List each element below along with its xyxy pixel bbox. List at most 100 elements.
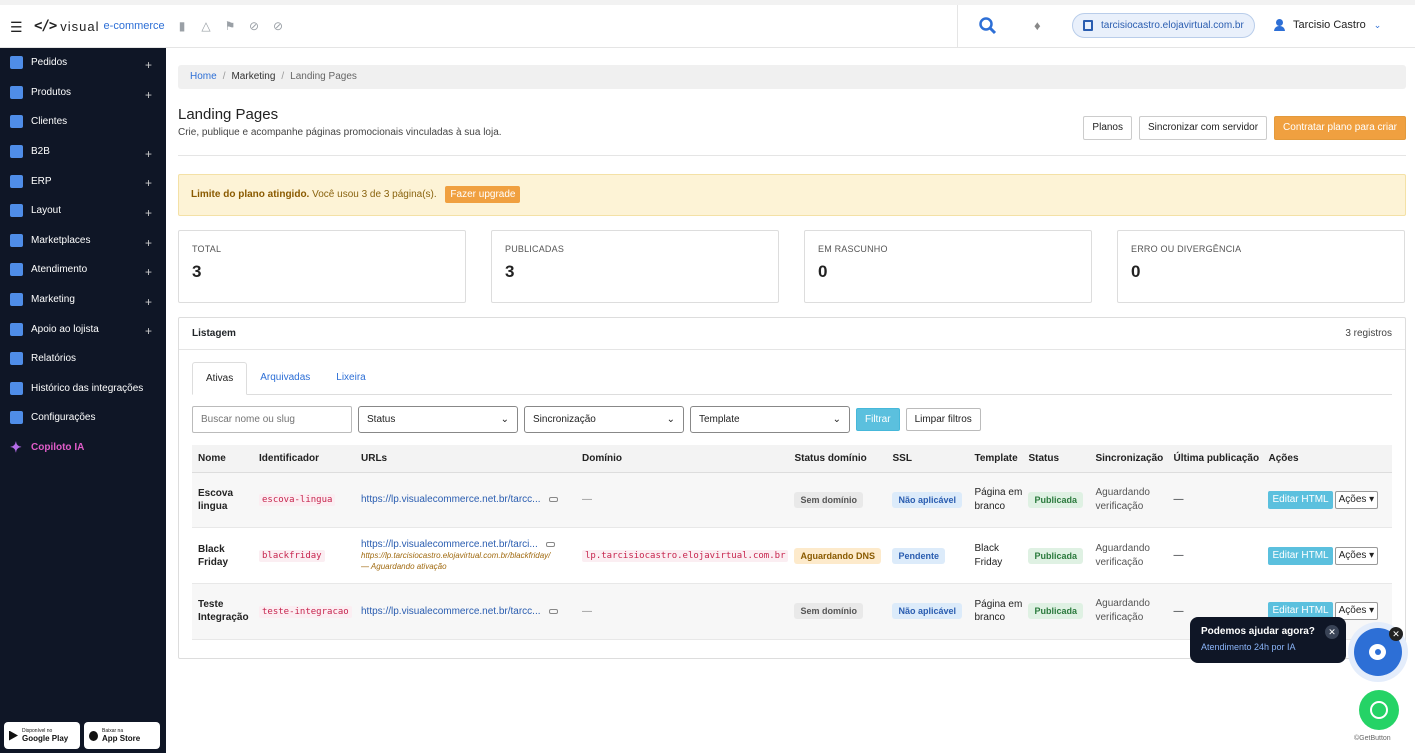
ban-icon[interactable]: ⊘ bbox=[248, 20, 260, 32]
sidebar-item[interactable]: Apoio ao lojista + bbox=[0, 314, 166, 344]
url-link[interactable]: https://lp.visualecommerce.net.br/tarcc.… bbox=[361, 494, 576, 505]
status-badge: Publicada bbox=[1028, 491, 1083, 508]
search-input[interactable] bbox=[192, 406, 352, 433]
row-last-publish: — bbox=[1173, 605, 1184, 617]
copy-icon[interactable] bbox=[548, 497, 558, 503]
stat-card-error: ERRO OU DIVERGÊNCIA 0 bbox=[1117, 230, 1405, 303]
megaphone-icon bbox=[10, 293, 23, 307]
actions-dropdown[interactable]: Ações ▾ bbox=[1334, 490, 1379, 509]
sidebar-item[interactable]: Layout + bbox=[0, 196, 166, 226]
stat-label: EM RASCUNHO bbox=[818, 244, 888, 254]
sidebar-item[interactable]: B2B + bbox=[0, 137, 166, 167]
logo[interactable]: </> visual e-commerce bbox=[34, 18, 165, 34]
tab-active[interactable]: Ativas bbox=[192, 362, 248, 395]
cell-ssl: Pendente bbox=[886, 527, 969, 584]
sidebar-item[interactable]: Relatórios bbox=[0, 344, 166, 374]
sidebar-item[interactable]: Marketing + bbox=[0, 285, 166, 315]
sidebar-item[interactable]: Histórico das integrações bbox=[0, 374, 166, 404]
report-icon bbox=[10, 352, 23, 366]
app-stores: Disponível no Google Play Baixar na App St… bbox=[4, 722, 160, 749]
expand-icon[interactable]: + bbox=[145, 206, 152, 220]
bookmark-icon[interactable]: ▮ bbox=[176, 20, 188, 32]
sync-server-button[interactable]: Sincronizar com servidor bbox=[1139, 116, 1268, 140]
stat-value: 0 bbox=[1131, 262, 1141, 281]
row-template: Página em branco bbox=[974, 598, 1023, 624]
cell-name: Teste Integração bbox=[192, 583, 253, 640]
copy-icon[interactable] bbox=[545, 541, 555, 547]
upgrade-button[interactable]: Fazer upgrade bbox=[445, 186, 521, 203]
close-icon[interactable]: ✕ bbox=[1325, 625, 1339, 639]
status-badge: Publicada bbox=[1028, 547, 1083, 564]
domain-pill[interactable]: tarcisiocastro.elojavirtual.com.br bbox=[1072, 13, 1255, 38]
top-right-area: ♦ tarcisiocastro.elojavirtual.com.br Tar… bbox=[957, 5, 1415, 48]
col-identifier: Identificador bbox=[253, 445, 355, 473]
filter-button[interactable]: Filtrar bbox=[856, 408, 900, 431]
expand-icon[interactable]: + bbox=[145, 88, 152, 102]
gear-icon bbox=[10, 411, 23, 425]
actions-dropdown[interactable]: Ações ▾ bbox=[1334, 546, 1379, 565]
hire-plan-button[interactable]: Contratar plano para criar bbox=[1274, 116, 1406, 140]
plan-limit-alert: Limite do plano atingido. Você usou 3 de… bbox=[178, 174, 1406, 216]
sidebar-item[interactable]: Marketplaces + bbox=[0, 226, 166, 256]
ban-icon-2[interactable]: ⊘ bbox=[272, 20, 284, 32]
url-link[interactable]: https://lp.visualecommerce.net.br/tarcc.… bbox=[361, 606, 576, 617]
flag-icon[interactable]: ⚑ bbox=[224, 20, 236, 32]
sidebar-item[interactable]: Atendimento + bbox=[0, 255, 166, 285]
tab-trash[interactable]: Lixeira bbox=[323, 362, 378, 395]
chat-popup[interactable]: Podemos ajudar agora? Atendimento 24h po… bbox=[1190, 617, 1346, 663]
copy-icon[interactable] bbox=[548, 608, 558, 614]
sidebar-item[interactable]: Configurações bbox=[0, 403, 166, 433]
getbutton-credit[interactable]: ©GetButton bbox=[1354, 735, 1391, 742]
listing-count: 3 registros bbox=[1345, 328, 1392, 339]
listing-panel: Listagem 3 registros Ativas Arquivadas L… bbox=[178, 317, 1406, 659]
menu-icon[interactable]: ☰ bbox=[10, 19, 23, 36]
sidebar-item-label: ERP bbox=[31, 175, 52, 187]
edit-html-button[interactable]: Editar HTML bbox=[1268, 490, 1333, 509]
page-subtitle: Crie, publique e acompanhe páginas promo… bbox=[178, 127, 502, 138]
flask-icon[interactable]: △ bbox=[200, 20, 212, 32]
url-link[interactable]: https://lp.visualecommerce.net.br/tarci.… bbox=[361, 539, 576, 550]
expand-icon[interactable]: + bbox=[145, 147, 152, 161]
sync-select[interactable]: Sincronização ⌄ bbox=[524, 406, 684, 433]
stat-card-total: TOTAL 3 bbox=[178, 230, 466, 303]
sidebar-item[interactable]: Clientes bbox=[0, 107, 166, 137]
expand-icon[interactable]: + bbox=[145, 236, 152, 250]
cell-domain: — bbox=[576, 472, 789, 529]
cell-status: Publicada bbox=[1022, 472, 1090, 529]
clear-filters-button[interactable]: Limpar filtros bbox=[905, 408, 981, 431]
sidebar-item[interactable]: ✦ Copiloto IA bbox=[0, 433, 166, 463]
breadcrumb-home[interactable]: Home bbox=[190, 71, 217, 82]
expand-icon[interactable]: + bbox=[145, 324, 152, 338]
chevron-down-icon: ⌄ bbox=[500, 414, 509, 425]
cell-status: Publicada bbox=[1022, 583, 1090, 640]
status-select-value: Status bbox=[367, 414, 396, 425]
getbutton-text: GetButton bbox=[1359, 735, 1391, 742]
close-chat-icon[interactable]: ✕ bbox=[1389, 627, 1403, 641]
breadcrumb-section[interactable]: Marketing bbox=[231, 71, 275, 82]
template-select[interactable]: Template ⌄ bbox=[690, 406, 850, 433]
whatsapp-button[interactable] bbox=[1359, 690, 1399, 730]
expand-icon[interactable]: + bbox=[145, 265, 152, 279]
expand-icon[interactable]: + bbox=[145, 58, 152, 72]
url-secondary[interactable]: https://lp.tarcisiocastro.elojavirtual.c… bbox=[361, 550, 576, 561]
sidebar-item[interactable]: Produtos + bbox=[0, 78, 166, 108]
cell-domain-status: Aguardando DNS bbox=[788, 527, 887, 584]
status-select[interactable]: Status ⌄ bbox=[358, 406, 518, 433]
sidebar-item[interactable]: Pedidos + bbox=[0, 48, 166, 78]
sidebar-item[interactable]: ERP + bbox=[0, 166, 166, 196]
plans-button[interactable]: Planos bbox=[1083, 116, 1132, 140]
chevron-down-icon: ⌄ bbox=[1373, 19, 1382, 30]
chat-icon bbox=[10, 263, 23, 277]
google-play-badge[interactable]: Disponível no Google Play bbox=[4, 722, 80, 749]
cell-actions: Editar HTML Ações ▾ bbox=[1262, 472, 1392, 529]
col-domain-status: Status domínio bbox=[788, 445, 887, 473]
expand-icon[interactable]: + bbox=[145, 176, 152, 190]
edit-html-button[interactable]: Editar HTML bbox=[1268, 546, 1333, 565]
search-icon[interactable] bbox=[978, 16, 998, 36]
sidebar: Pedidos + Produtos + Clientes B2B + ERP + Layout +… bbox=[0, 48, 166, 753]
app-store-badge[interactable]: Baixar na App Store bbox=[84, 722, 160, 749]
user-menu[interactable]: Tarcisio Castro ⌄ bbox=[1274, 19, 1381, 31]
tags-icon[interactable]: ♦ bbox=[1034, 18, 1041, 33]
tab-archived[interactable]: Arquivadas bbox=[247, 362, 323, 395]
expand-icon[interactable]: + bbox=[145, 295, 152, 309]
